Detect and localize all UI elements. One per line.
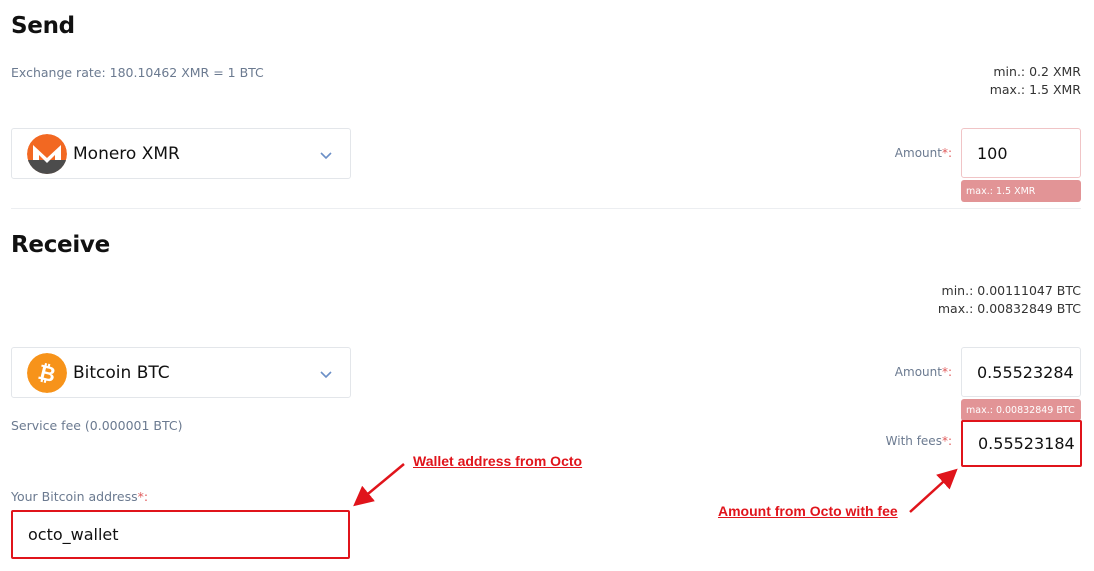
annotation-arrow-icon <box>353 463 958 513</box>
